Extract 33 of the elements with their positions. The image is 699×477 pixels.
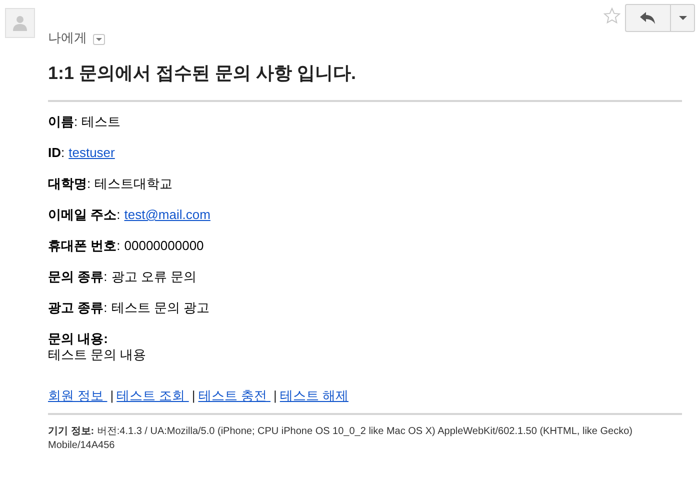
footer-link[interactable]: 테스트 충전 [198, 386, 270, 406]
field-value: 테스트 문의 광고 [111, 300, 210, 315]
link-separator: | [109, 387, 115, 405]
reply-icon [640, 12, 656, 24]
field-value: 테스트 [82, 114, 121, 129]
field-label: 문의 종류: [48, 269, 108, 284]
field-value: 광고 오류 문의 [111, 269, 196, 284]
footer-link[interactable]: 회원 정보 [48, 386, 108, 406]
field-link[interactable]: test@mail.com [124, 207, 210, 222]
device-info: 기기 정보: 버전:4.1.3 / UA:Mozilla/5.0 (iPhone; CPU iPhone OS 10_0_2 like Mac OS X) AppleWebKit/602.1.50 (KHTML, like Gecko) Mobile/14A456 [48, 424, 634, 452]
field-value: 테스트 문의 내용 [48, 347, 146, 362]
field-link[interactable]: testuser [68, 145, 115, 160]
field-label: 휴대폰 번호: [48, 238, 120, 253]
field-label: 광고 종류: [48, 300, 108, 315]
field-label: 이메일 주소: [48, 207, 120, 222]
field-value: 00000000000 [124, 238, 204, 253]
star-icon[interactable] [603, 7, 621, 25]
reply-button[interactable] [625, 4, 671, 32]
email-subject: 1:1 문의에서 접수된 문의 사항 입니다. [48, 62, 358, 85]
link-separator: | [272, 387, 278, 405]
person-icon [13, 15, 27, 31]
caret-icon [678, 16, 686, 20]
field-value: 테스트대학교 [94, 176, 173, 191]
link-separator: | [190, 387, 196, 405]
field-label: 문의 내용: [48, 331, 108, 346]
footer-link[interactable]: 테스트 해제 [280, 386, 348, 406]
details-dropdown-icon[interactable] [93, 34, 105, 44]
field-label: 대학명: [48, 176, 91, 191]
field-label: 이름: [48, 114, 78, 129]
footer-link[interactable]: 테스트 조회 [116, 386, 189, 406]
recipient-label: 나에게 [48, 29, 87, 48]
more-button[interactable] [671, 4, 695, 32]
field-label: ID: [48, 145, 65, 160]
